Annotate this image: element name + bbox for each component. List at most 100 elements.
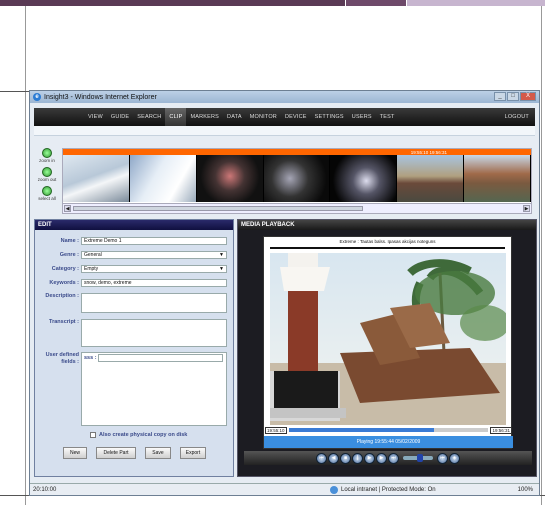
fast-forward-icon[interactable]: ⏭ xyxy=(388,452,399,464)
play-icon[interactable]: ▶ xyxy=(364,452,375,464)
thumbnail[interactable] xyxy=(129,155,197,202)
nav-item-markers[interactable]: MARKERS xyxy=(186,108,223,126)
thumbnail[interactable] xyxy=(63,155,130,202)
nav-item-monitor[interactable]: MONITOR xyxy=(246,108,281,126)
select-all-button[interactable]: select all xyxy=(34,186,60,201)
nav-item-device[interactable]: DEVICE xyxy=(281,108,311,126)
thumbnail[interactable] xyxy=(397,155,465,202)
checkbox-icon[interactable] xyxy=(90,432,96,438)
playback-progress-fill xyxy=(288,428,435,432)
header-band-light xyxy=(407,0,545,6)
window-titlebar[interactable]: e Insight3 - Windows Internet Explorer _… xyxy=(30,91,539,103)
page-guide-right xyxy=(541,6,542,505)
save-button[interactable]: Save xyxy=(145,447,171,459)
scroll-right-icon[interactable]: ▶ xyxy=(523,205,530,212)
keywords-label: Keywords : xyxy=(49,280,79,286)
zoom-in-button[interactable]: zoom in xyxy=(34,148,60,163)
udf-sss-label: sss : xyxy=(84,355,97,361)
user-defined-area: sss : xyxy=(81,352,227,426)
scroll-left-icon[interactable]: ◀ xyxy=(64,205,71,212)
close-button[interactable]: X xyxy=(520,92,536,101)
udf-sss-input[interactable] xyxy=(98,354,223,362)
category-select[interactable]: Empty xyxy=(81,265,227,273)
name-row: Name : Extreme Demo 1 xyxy=(35,237,227,245)
volume-slider[interactable] xyxy=(403,454,433,462)
thumbnail[interactable] xyxy=(464,155,532,202)
rewind-fast-icon[interactable]: ⏮ xyxy=(316,452,327,464)
zoom-level[interactable]: 100% xyxy=(518,487,539,493)
header-band-dark xyxy=(0,0,345,6)
nav-item-view[interactable]: VIEW xyxy=(84,108,107,126)
video-frame[interactable] xyxy=(270,253,506,425)
genre-label: Genre : xyxy=(59,252,79,258)
minimize-button[interactable]: _ xyxy=(494,92,506,101)
zoom-in-label: zoom in xyxy=(39,158,55,163)
status-time: 20:10:00 xyxy=(33,486,57,493)
scroll-thumb[interactable] xyxy=(73,206,363,211)
step-back-icon[interactable]: ◀ xyxy=(328,452,339,464)
pause-icon[interactable]: ∥ xyxy=(352,452,363,464)
keywords-input[interactable]: snow, demo, extreme xyxy=(81,279,227,287)
description-row: Description : xyxy=(35,293,227,313)
page-guide-top xyxy=(0,91,30,92)
nav-item-clip[interactable]: CLIP xyxy=(165,108,187,126)
mark-in-icon[interactable]: ⏮ xyxy=(437,452,448,464)
security-zone: Local intranet | Protected Mode: On xyxy=(330,485,470,494)
timeline-time-range: 19:55:10 19:56:31 xyxy=(410,149,447,155)
genre-select[interactable]: General xyxy=(81,251,227,259)
genre-row: Genre : General xyxy=(35,251,227,259)
playing-status: Playing 19:55:44 05/02/2009 xyxy=(264,436,513,448)
maximize-button[interactable]: □ xyxy=(507,92,519,101)
header-band-mid xyxy=(346,0,406,6)
zoom-out-button[interactable]: zoom out xyxy=(34,167,60,182)
step-forward-icon[interactable]: ▶ xyxy=(376,452,387,464)
thumbnail-strip xyxy=(63,155,532,202)
transcript-textarea[interactable] xyxy=(81,319,227,347)
user-defined-row: User defined fields : sss : xyxy=(35,352,227,426)
status-bar: 20:10:00 Local intranet | Protected Mode… xyxy=(30,483,539,495)
nav-item-search[interactable]: SEARCH xyxy=(133,108,165,126)
stop-icon[interactable]: ■ xyxy=(340,452,351,464)
delete-part-button[interactable]: Delete Part xyxy=(96,447,136,459)
clip-timeline[interactable]: 19:55:10 19:56:31 ◀ ▶ xyxy=(62,148,532,214)
nav-item-settings[interactable]: SETTINGS xyxy=(311,108,348,126)
browser-window: e Insight3 - Windows Internet Explorer _… xyxy=(29,90,540,496)
page-guide-left xyxy=(25,6,26,505)
timeline-scrollbar[interactable]: ◀ ▶ xyxy=(63,203,531,213)
name-label: Name : xyxy=(60,238,79,244)
logout-link[interactable]: LOGOUT xyxy=(501,108,535,126)
time-end: 19:56:31 xyxy=(490,426,512,434)
export-button[interactable]: Export xyxy=(180,447,206,459)
media-playback-panel: MEDIA PLAYBACK Extreme : Tautas balss. I… xyxy=(237,219,537,477)
zoom-out-label: zoom out xyxy=(37,177,57,182)
nav-item-users[interactable]: USERS xyxy=(348,108,376,126)
description-label: Description : xyxy=(45,293,79,299)
media-panel-title: MEDIA PLAYBACK xyxy=(238,220,536,230)
edit-buttons: New Delete Part Save Export xyxy=(63,447,206,459)
clip-title: Extreme : Tautas balss. Ipasas akcijas n… xyxy=(339,239,436,244)
minus-icon xyxy=(42,167,52,177)
nav-item-data[interactable]: DATA xyxy=(223,108,246,126)
category-label: Category : xyxy=(51,266,79,272)
nav-item-guide[interactable]: GUIDE xyxy=(107,108,133,126)
mark-out-icon[interactable]: ◈ xyxy=(449,452,460,464)
physical-copy-checkbox[interactable]: Also create physical copy on disk xyxy=(90,432,187,438)
thumbnail[interactable] xyxy=(330,155,398,202)
time-start: 19:55:10 xyxy=(265,426,287,434)
transcript-label: Transcript : xyxy=(49,319,79,325)
select-all-icon xyxy=(42,186,52,196)
new-button[interactable]: New xyxy=(63,447,87,459)
description-textarea[interactable] xyxy=(81,293,227,313)
transcript-row: Transcript : xyxy=(35,319,227,347)
main-nav: VIEW GUIDE SEARCH CLIP MARKERS DATA MONI… xyxy=(34,108,535,126)
volume-knob[interactable] xyxy=(417,454,423,462)
nav-item-test[interactable]: TEST xyxy=(376,108,399,126)
thumbnail[interactable] xyxy=(263,155,331,202)
name-input[interactable]: Extreme Demo 1 xyxy=(81,237,227,245)
thumbnail[interactable] xyxy=(196,155,264,202)
plus-icon xyxy=(42,148,52,158)
playback-progress-bar[interactable] xyxy=(288,428,489,432)
edit-panel-title: EDIT xyxy=(35,220,233,230)
window-controls: _ □ X xyxy=(494,92,536,101)
physical-copy-label: Also create physical copy on disk xyxy=(99,432,188,438)
